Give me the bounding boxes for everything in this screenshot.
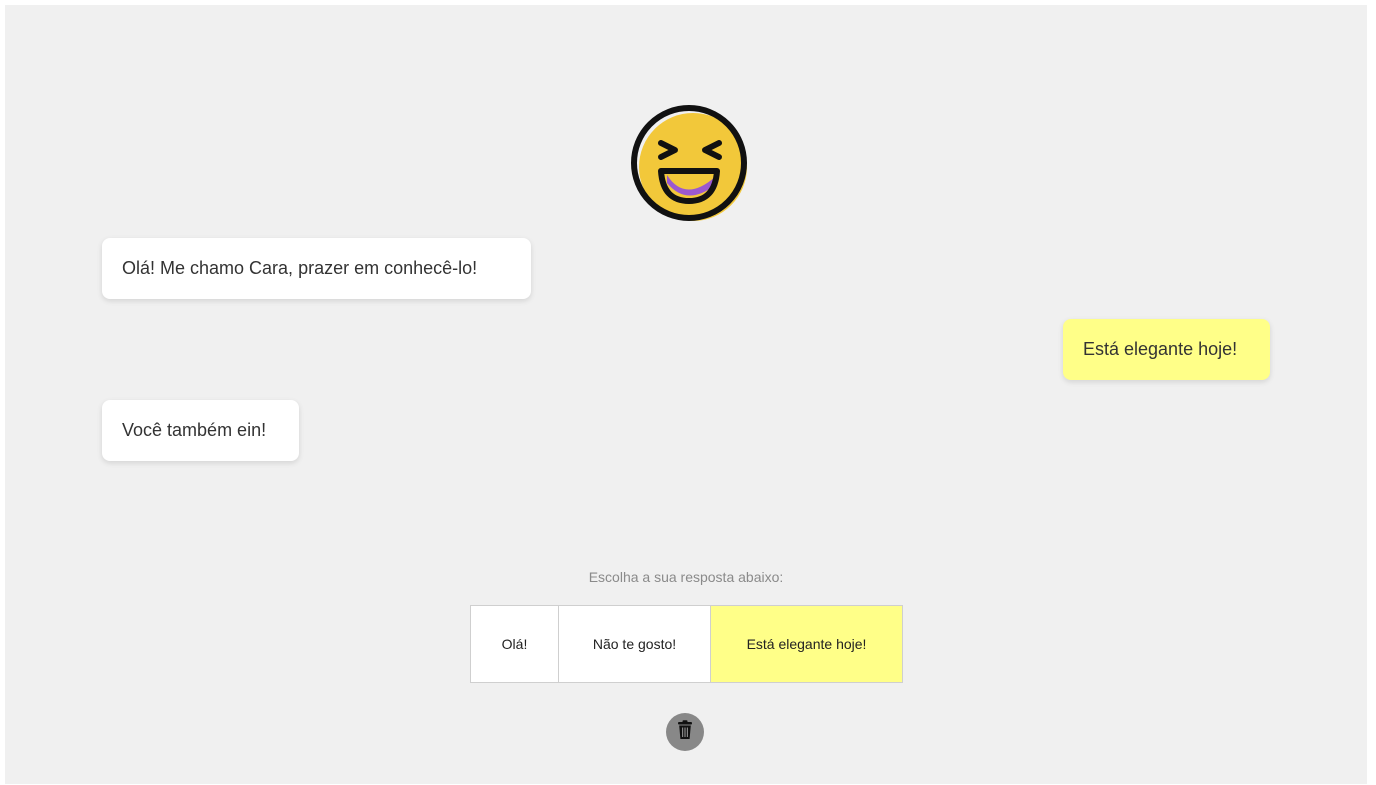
response-options: Olá! Não te gosto! Está elegante hoje!: [470, 605, 903, 683]
chat-stage: Olá! Me chamo Cara, prazer em conhecê-lo…: [5, 5, 1367, 784]
option-esta-elegante-hoje-button[interactable]: Está elegante hoje!: [711, 606, 902, 682]
user-message: Está elegante hoje!: [1063, 319, 1270, 380]
laughing-face-icon: [627, 105, 751, 225]
bot-message: Olá! Me chamo Cara, prazer em conhecê-lo…: [102, 238, 531, 299]
bot-message: Você também ein!: [102, 400, 299, 461]
response-prompt: Escolha a sua resposta abaixo:: [588, 569, 784, 585]
option-ola-button[interactable]: Olá!: [471, 606, 559, 682]
trash-icon: [676, 719, 694, 745]
option-nao-te-gosto-button[interactable]: Não te gosto!: [559, 606, 711, 682]
clear-chat-button[interactable]: [666, 713, 704, 751]
